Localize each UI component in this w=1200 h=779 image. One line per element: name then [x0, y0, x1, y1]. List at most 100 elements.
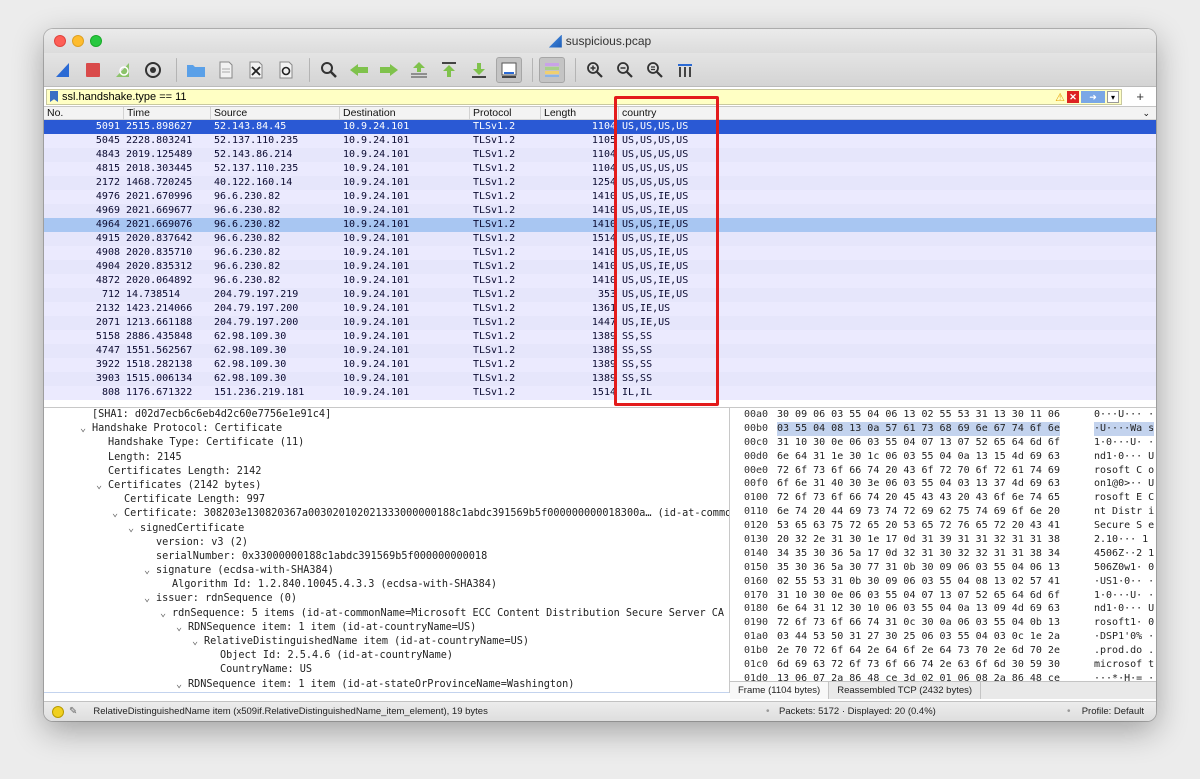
- tree-node[interactable]: ⌄ RDNSequence item: 1 item (id-at-stateOr…: [44, 678, 729, 692]
- hex-offset[interactable]: 01d0: [744, 672, 768, 681]
- filter-dropdown-icon[interactable]: ▾: [1107, 91, 1119, 103]
- chevron-down-icon[interactable]: ⌄: [80, 422, 92, 436]
- tree-node[interactable]: ⌄ rdnSequence: 5 items (id-at-commonName=…: [44, 607, 729, 621]
- tree-node[interactable]: Algorithm Id: 1.2.840.10045.4.3.3 (ecdsa…: [44, 578, 729, 592]
- hex-ascii[interactable]: 1·0···U· ·: [1094, 589, 1154, 603]
- column-header-destination[interactable]: Destination: [339, 107, 396, 120]
- packet-row[interactable]: 4976 2021.670996 96.6.230.82 10.9.24.101 TLS…: [44, 190, 1156, 204]
- packet-row[interactable]: 4964 2021.669076 96.6.230.82 10.9.24.101 TLS…: [44, 218, 1156, 232]
- hex-bytes[interactable]: 6e 64 31 1e 30 1c 06 03 55 04 0a 13 15 4…: [777, 450, 1060, 464]
- tree-node[interactable]: Handshake Type: Certificate (11): [44, 436, 729, 450]
- packet-row[interactable]: 2071 1213.661188 204.79.197.200 10.9.24.101…: [44, 316, 1156, 330]
- hex-offset[interactable]: 00d0: [744, 450, 768, 464]
- go-last-icon[interactable]: [466, 57, 492, 83]
- tree-node[interactable]: CountryName: US: [44, 663, 729, 677]
- packet-row[interactable]: 4904 2020.835312 96.6.230.82 10.9.24.101 TLS…: [44, 260, 1156, 274]
- reload-icon[interactable]: [273, 57, 299, 83]
- hex-bytes[interactable]: 72 6f 73 6f 66 74 31 0c 30 0a 06 03 55 0…: [777, 616, 1060, 630]
- packet-row[interactable]: 4908 2020.835710 96.6.230.82 10.9.24.101 TLS…: [44, 246, 1156, 260]
- tree-node[interactable]: Length: 2145: [44, 451, 729, 465]
- profile-status[interactable]: Profile: Default: [1082, 706, 1144, 717]
- hex-ascii[interactable]: on1@0>·· U: [1094, 477, 1154, 491]
- column-header-length[interactable]: Length: [540, 107, 576, 120]
- chevron-down-icon[interactable]: ⌄: [128, 522, 140, 536]
- options-gear-icon[interactable]: [140, 57, 166, 83]
- hex-ascii[interactable]: 0···U··· ·: [1094, 408, 1154, 422]
- hex-offset[interactable]: 0100: [744, 491, 768, 505]
- hex-bytes[interactable]: 13 06 07 2a 86 48 ce 3d 02 01 06 08 2a 8…: [777, 672, 1060, 681]
- hex-ascii[interactable]: ·U····Wa s: [1094, 421, 1155, 436]
- go-back-arrow-icon[interactable]: [346, 57, 372, 83]
- hex-bytes[interactable]: 2e 70 72 6f 64 2e 64 6f 2e 64 73 70 2e 6…: [777, 644, 1060, 658]
- tree-node[interactable]: serialNumber: 0x33000000188c1abdc391569b…: [44, 550, 729, 564]
- packet-row[interactable]: 4843 2019.125489 52.143.86.214 10.9.24.101 T…: [44, 148, 1156, 162]
- tree-node[interactable]: ⌄ issuer: rdnSequence (0): [44, 592, 729, 606]
- go-to-packet-icon[interactable]: [406, 57, 432, 83]
- colorize-icon[interactable]: [539, 56, 565, 83]
- find-magnifier-icon[interactable]: [316, 57, 342, 83]
- shark-fin-start-icon[interactable]: [50, 57, 76, 83]
- chevron-down-icon[interactable]: ⌄: [112, 507, 124, 521]
- apply-filter-arrow-icon[interactable]: ➜: [1081, 91, 1105, 103]
- column-header-protocol[interactable]: Protocol: [469, 107, 512, 120]
- packet-row[interactable]: 2132 1423.214066 204.79.197.200 10.9.24.101…: [44, 302, 1156, 316]
- hex-ascii[interactable]: 1·0···U· ·: [1094, 436, 1154, 450]
- tree-node[interactable]: ⌄ Certificate: 308203e130820367a003020102…: [44, 507, 729, 521]
- packet-row[interactable]: 4815 2018.303445 52.137.110.235 10.9.24.101…: [44, 162, 1156, 176]
- packet-row[interactable]: 5091 2515.898627 52.143.84.45 10.9.24.101 TL…: [44, 120, 1156, 134]
- packet-row[interactable]: 4872 2020.064892 96.6.230.82 10.9.24.101 TLS…: [44, 274, 1156, 288]
- close-file-icon[interactable]: [243, 57, 269, 83]
- hex-offset[interactable]: 00b0: [744, 422, 768, 436]
- tab-frame-bytes[interactable]: Frame (1104 bytes): [730, 682, 830, 699]
- hex-offset[interactable]: 00f0: [744, 477, 768, 491]
- resize-columns-icon[interactable]: [672, 57, 698, 83]
- hex-bytes[interactable]: 6d 69 63 72 6f 73 6f 66 74 2e 63 6f 6d 3…: [777, 658, 1060, 672]
- hex-offset[interactable]: 00e0: [744, 464, 768, 478]
- add-filter-button-icon[interactable]: +: [1136, 89, 1144, 104]
- stop-square-icon[interactable]: [80, 57, 106, 83]
- hex-offset[interactable]: 01a0: [744, 630, 768, 644]
- packet-row[interactable]: 4915 2020.837642 96.6.230.82 10.9.24.101 TLS…: [44, 232, 1156, 246]
- hex-offset[interactable]: 00a0: [744, 408, 768, 422]
- tree-node[interactable]: ⌄ Certificates (2142 bytes): [44, 479, 729, 493]
- hex-ascii[interactable]: ·US1·0·· ·: [1094, 575, 1154, 589]
- column-header-country[interactable]: country: [618, 107, 656, 120]
- zoom-normal-icon[interactable]: [642, 57, 668, 83]
- clear-filter-icon[interactable]: ✕: [1067, 91, 1079, 103]
- restart-fin-icon[interactable]: [110, 57, 136, 83]
- chevron-down-icon[interactable]: ⌄: [160, 607, 172, 621]
- hex-offset[interactable]: 0190: [744, 616, 768, 630]
- hex-bytes[interactable]: 03 44 53 50 31 27 30 25 06 03 55 04 03 0…: [777, 630, 1060, 644]
- tree-node[interactable]: version: v3 (2): [44, 536, 729, 550]
- close-window-button[interactable]: [54, 35, 66, 47]
- tree-node[interactable]: Certificates Length: 2142: [44, 465, 729, 479]
- packet-row[interactable]: 2172 1468.720245 40.122.160.14 10.9.24.101 T…: [44, 176, 1156, 190]
- hex-bytes[interactable]: 72 6f 73 6f 66 74 20 45 43 43 20 43 6f 6…: [777, 491, 1060, 505]
- hex-ascii[interactable]: 2.10··· 1: [1094, 533, 1148, 547]
- hex-ascii[interactable]: 506Z0w1· 0: [1094, 561, 1154, 575]
- hex-bytes[interactable]: 31 10 30 0e 06 03 55 04 07 13 07 52 65 6…: [777, 589, 1060, 603]
- tree-node[interactable]: ⌄ signedCertificate: [44, 522, 729, 536]
- hex-offset[interactable]: 01b0: [744, 644, 768, 658]
- hex-ascii[interactable]: nd1·0··· U: [1094, 602, 1154, 616]
- hex-ascii[interactable]: rosoft E C: [1094, 491, 1154, 505]
- hex-ascii[interactable]: .prod.do .: [1094, 644, 1154, 658]
- open-folder-icon[interactable]: [183, 57, 209, 83]
- chevron-down-icon[interactable]: ⌄: [144, 592, 156, 606]
- packet-row[interactable]: 4747 1551.562567 62.98.109.30 10.9.24.101 TL…: [44, 344, 1156, 358]
- edit-comment-pen-icon[interactable]: ✎: [69, 706, 77, 717]
- hex-ascii[interactable]: 4506Z··2 1: [1094, 547, 1154, 561]
- hex-offset[interactable]: 01c0: [744, 658, 768, 672]
- chevron-down-icon[interactable]: ⌄: [176, 621, 188, 635]
- column-header-source[interactable]: Source: [210, 107, 247, 120]
- hex-bytes[interactable]: 02 55 53 31 0b 30 09 06 03 55 04 08 13 0…: [777, 575, 1060, 589]
- zoom-out-icon[interactable]: [612, 57, 638, 83]
- hex-bytes[interactable]: 35 30 36 5a 30 77 31 0b 30 09 06 03 55 0…: [777, 561, 1060, 575]
- display-filter-input[interactable]: ssl.handshake.type == 11 ⚠ ✕ ➜ ▾: [46, 88, 1122, 105]
- hex-offset[interactable]: 0130: [744, 533, 768, 547]
- hex-bytes[interactable]: 31 10 30 0e 06 03 55 04 07 13 07 52 65 6…: [777, 436, 1060, 450]
- hex-bytes[interactable]: 6e 64 31 12 30 10 06 03 55 04 0a 13 09 4…: [777, 602, 1060, 616]
- hex-bytes[interactable]: 72 6f 73 6f 66 74 20 43 6f 72 70 6f 72 6…: [777, 464, 1060, 478]
- tree-node[interactable]: ⌄ signature (ecdsa-with-SHA384): [44, 564, 729, 578]
- hex-bytes[interactable]: 03 55 04 08 13 0a 57 61 73 68 69 6e 67 7…: [777, 421, 1060, 436]
